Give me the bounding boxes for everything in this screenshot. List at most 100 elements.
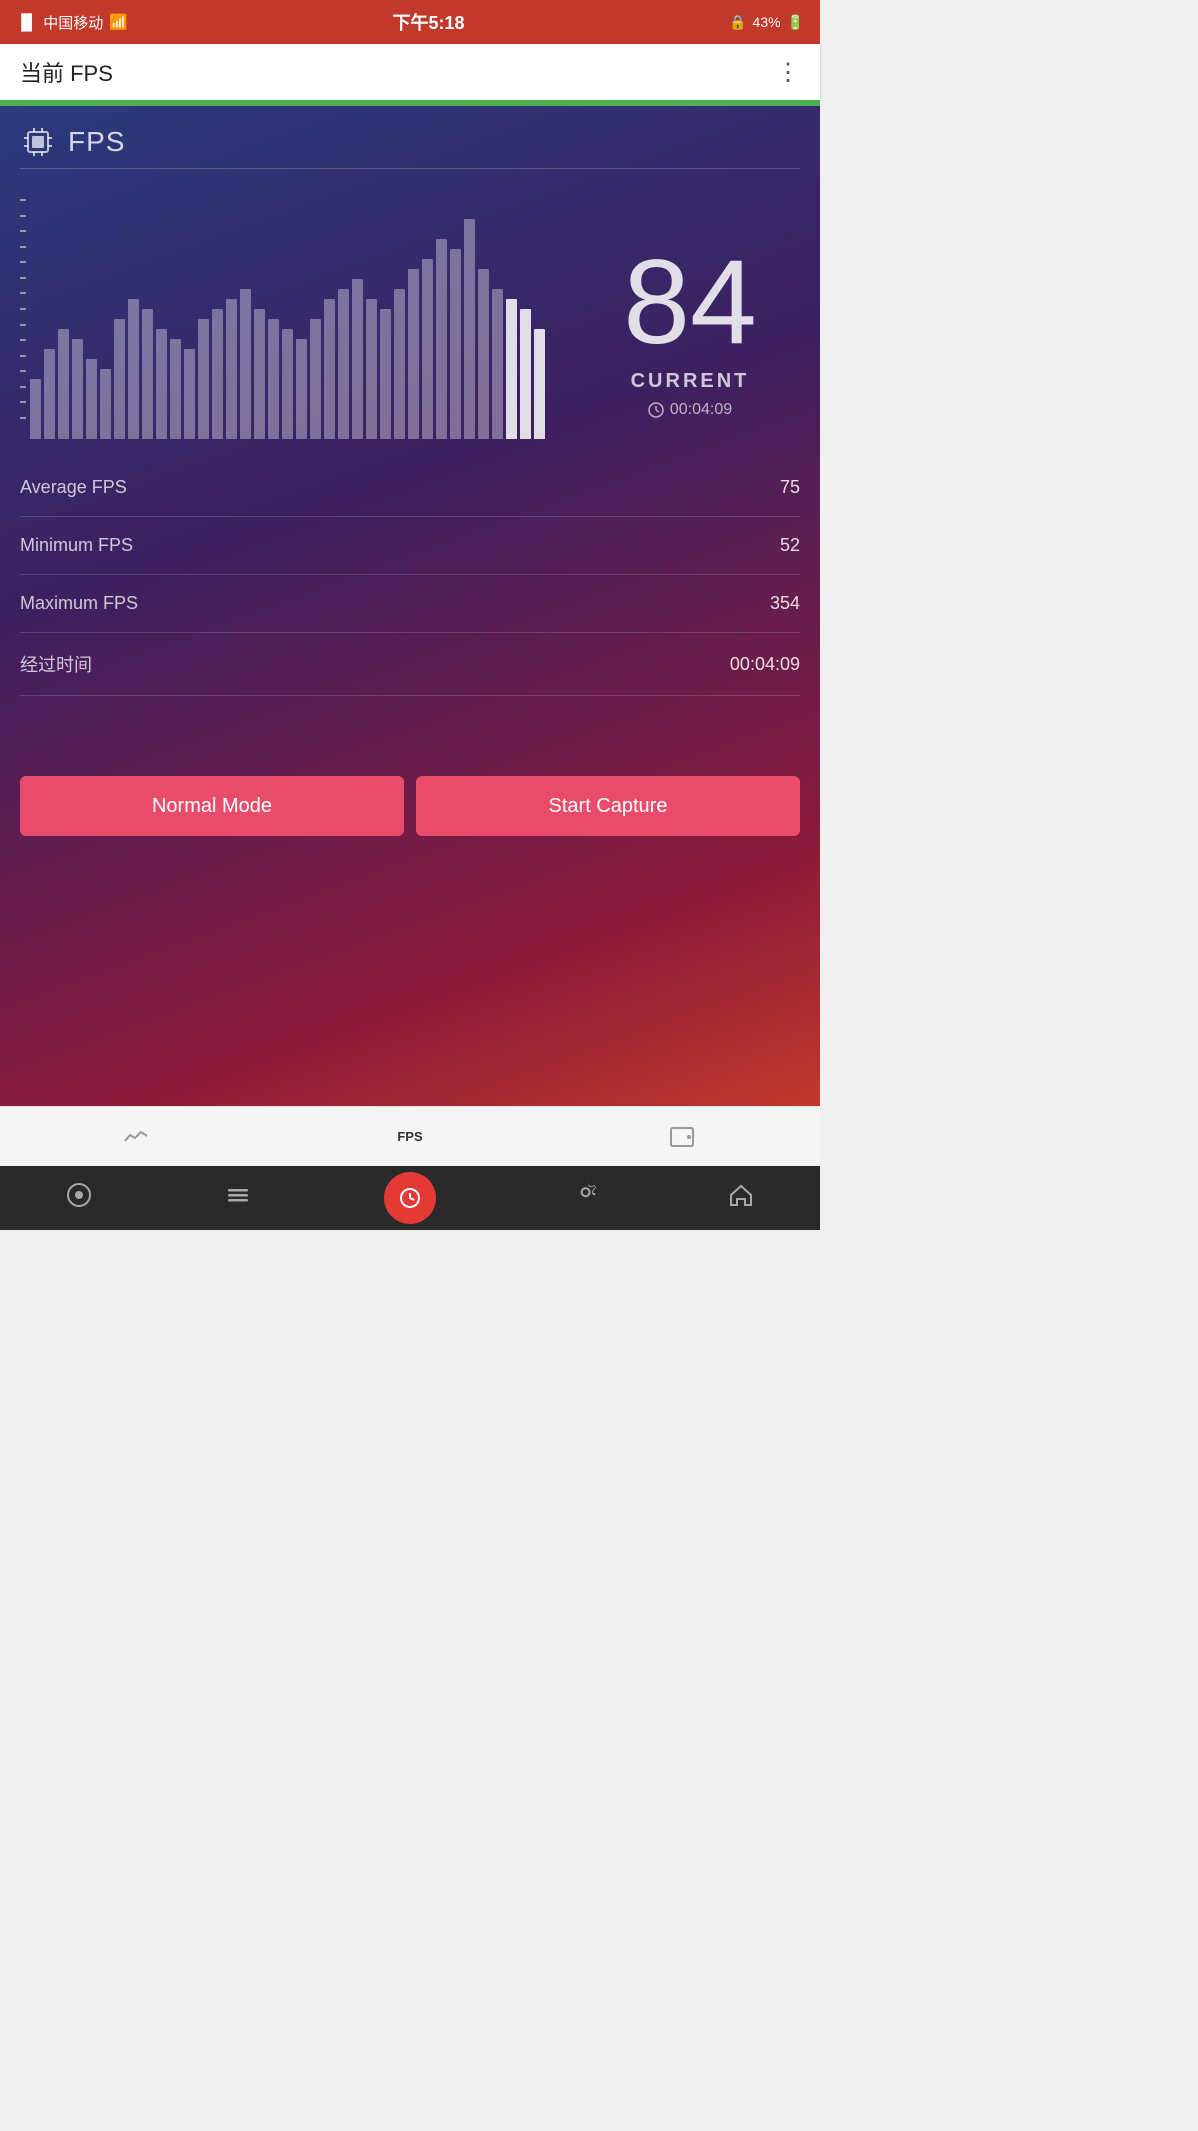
bar bbox=[366, 299, 377, 439]
status-right: 🔒 43% 🔋 bbox=[729, 14, 804, 31]
bar bbox=[380, 309, 391, 439]
bar bbox=[478, 269, 489, 439]
wallet-tab-icon bbox=[669, 1126, 697, 1148]
stat-value-maximum: 354 bbox=[770, 593, 800, 614]
y-tick bbox=[20, 370, 26, 372]
fps-number: 84 bbox=[623, 242, 756, 362]
bar bbox=[436, 239, 447, 439]
bar bbox=[240, 289, 251, 439]
nav-center-button[interactable] bbox=[384, 1172, 436, 1224]
system-nav bbox=[0, 1166, 820, 1230]
bar bbox=[30, 379, 41, 439]
nav-settings-icon[interactable] bbox=[569, 1182, 595, 1215]
y-tick bbox=[20, 417, 26, 419]
bar bbox=[464, 219, 475, 439]
bottom-buttons: Normal Mode Start Capture bbox=[0, 756, 820, 836]
y-tick bbox=[20, 277, 26, 279]
main-content: FPS bbox=[0, 106, 820, 1106]
stat-value-average: 75 bbox=[780, 477, 800, 498]
stat-label-minimum: Minimum FPS bbox=[20, 535, 133, 556]
carrier-name: 中国移动 bbox=[43, 12, 103, 33]
bar bbox=[534, 329, 545, 439]
wifi-icon: 📶 bbox=[109, 13, 128, 31]
bar bbox=[408, 269, 419, 439]
y-tick bbox=[20, 386, 26, 388]
bar bbox=[450, 249, 461, 439]
app-bar: 当前 FPS ⋮ bbox=[0, 44, 820, 100]
y-tick bbox=[20, 292, 26, 294]
stat-row-average: Average FPS 75 bbox=[20, 459, 800, 517]
y-tick bbox=[20, 230, 26, 232]
bar bbox=[44, 349, 55, 439]
bar bbox=[128, 299, 139, 439]
bar bbox=[142, 309, 153, 439]
stat-label-elapsed: 经过时间 bbox=[20, 651, 92, 677]
stat-value-minimum: 52 bbox=[780, 535, 800, 556]
cpu-icon bbox=[20, 124, 56, 160]
stat-label-average: Average FPS bbox=[20, 477, 127, 498]
fps-time: 00:04:09 bbox=[648, 401, 732, 419]
status-time: 下午5:18 bbox=[393, 9, 465, 35]
bar bbox=[506, 299, 517, 439]
bar bbox=[100, 369, 111, 439]
y-tick bbox=[20, 261, 26, 263]
y-tick bbox=[20, 215, 26, 217]
bar bbox=[338, 289, 349, 439]
nav-back-icon[interactable] bbox=[66, 1182, 92, 1215]
bar bbox=[156, 329, 167, 439]
y-tick bbox=[20, 355, 26, 357]
stat-row-elapsed: 经过时间 00:04:09 bbox=[20, 633, 800, 696]
y-tick bbox=[20, 199, 26, 201]
bar bbox=[226, 299, 237, 439]
bar bbox=[58, 329, 69, 439]
fps-tab-label: FPS bbox=[397, 1129, 422, 1144]
stat-row-minimum: Minimum FPS 52 bbox=[20, 517, 800, 575]
chart-area: 84 CURRENT 00:04:09 bbox=[0, 169, 820, 449]
nav-menu-icon[interactable] bbox=[225, 1182, 251, 1215]
bar bbox=[422, 259, 433, 439]
battery-text: 43% bbox=[753, 14, 781, 30]
bar bbox=[184, 349, 195, 439]
fps-time-value: 00:04:09 bbox=[670, 401, 732, 419]
app-title: 当前 FPS bbox=[20, 56, 113, 88]
y-tick bbox=[20, 339, 26, 341]
stats-container: Average FPS 75 Minimum FPS 52 Maximum FP… bbox=[0, 459, 820, 696]
tab-item-wallet[interactable] bbox=[649, 1120, 717, 1154]
y-tick bbox=[20, 246, 26, 248]
chart-tab-icon bbox=[123, 1127, 151, 1147]
bar bbox=[170, 339, 181, 439]
tab-item-fps[interactable]: FPS bbox=[377, 1123, 442, 1150]
clock-icon bbox=[648, 402, 664, 418]
bar bbox=[268, 319, 279, 439]
stat-row-maximum: Maximum FPS 354 bbox=[20, 575, 800, 633]
fps-label: CURRENT bbox=[631, 370, 750, 393]
fps-section-title: FPS bbox=[68, 126, 125, 158]
y-axis bbox=[20, 199, 26, 419]
bars-container bbox=[30, 219, 545, 439]
signal-icon: ▐▌ bbox=[16, 14, 37, 31]
bar bbox=[324, 299, 335, 439]
bar bbox=[72, 339, 83, 439]
bar bbox=[310, 319, 321, 439]
bar bbox=[296, 339, 307, 439]
more-button[interactable]: ⋮ bbox=[776, 58, 800, 87]
current-fps-display: 84 CURRENT 00:04:09 bbox=[580, 222, 800, 439]
lock-icon: 🔒 bbox=[729, 14, 746, 31]
bar bbox=[114, 319, 125, 439]
bar bbox=[198, 319, 209, 439]
bar bbox=[212, 309, 223, 439]
bar bbox=[394, 289, 405, 439]
status-bar: ▐▌ 中国移动 📶 下午5:18 🔒 43% 🔋 bbox=[0, 0, 820, 44]
stat-value-elapsed: 00:04:09 bbox=[730, 654, 800, 675]
status-left: ▐▌ 中国移动 📶 bbox=[16, 12, 128, 33]
start-capture-button[interactable]: Start Capture bbox=[416, 776, 800, 836]
nav-home-icon[interactable] bbox=[728, 1182, 754, 1215]
bar bbox=[86, 359, 97, 439]
y-tick bbox=[20, 308, 26, 310]
normal-mode-button[interactable]: Normal Mode bbox=[20, 776, 404, 836]
tab-bar: FPS bbox=[0, 1106, 820, 1166]
tab-item-chart[interactable] bbox=[103, 1121, 171, 1153]
bar-chart bbox=[20, 179, 580, 439]
bar bbox=[492, 289, 503, 439]
stat-label-maximum: Maximum FPS bbox=[20, 593, 138, 614]
